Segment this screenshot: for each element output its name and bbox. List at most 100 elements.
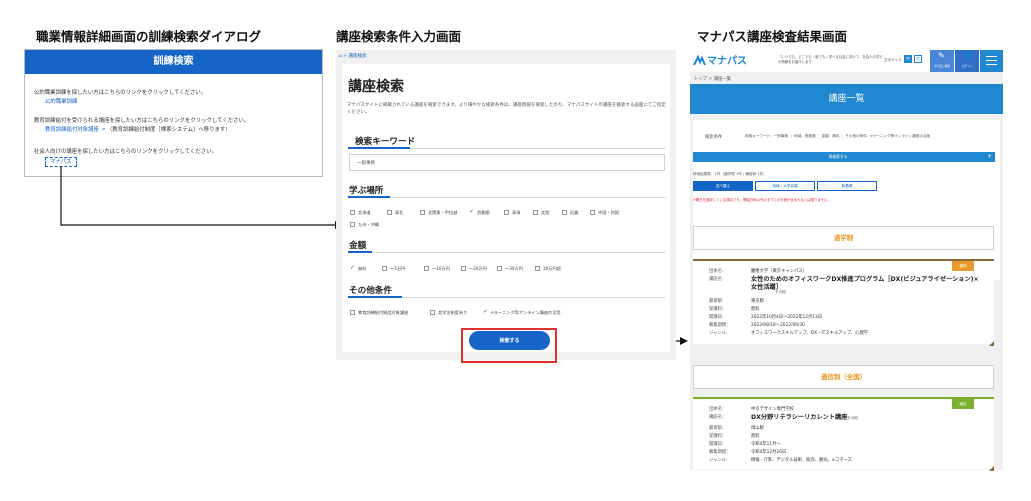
section-correspondence-title: 通信制（全国）	[820, 373, 867, 381]
checkbox-unchecked[interactable]	[382, 266, 387, 271]
checkbox-label: 奨学金制度有り	[438, 310, 468, 315]
checkbox-unchecked[interactable]	[533, 210, 538, 215]
check-icon: ✓	[469, 208, 475, 215]
course-search-screen: ⌂ > 講座検索 講座検索 マナパスサイトに掲載されている講座を検索できます。よ…	[336, 50, 676, 363]
breadcrumb[interactable]: ⌂ > 講座検索	[339, 53, 367, 59]
price-heading: 金額	[349, 241, 367, 251]
checkbox-unchecked[interactable]	[562, 210, 567, 215]
other-heading: その他条件	[349, 286, 392, 296]
keyword-heading: 検索キーワード	[355, 137, 416, 147]
detail-key: 開講日：	[709, 442, 727, 447]
detail-value: 2022/08/18～2022/09/30	[751, 323, 805, 328]
keyword-input[interactable]	[349, 154, 665, 171]
checkbox-label: 北海道	[358, 210, 371, 215]
detail-value: 岡山駅	[751, 426, 764, 431]
user-icon: 👤	[963, 51, 973, 60]
login-nav[interactable]: 👤 ログイン	[955, 50, 979, 72]
checkbox-label: eラーニング等オンライン講座の活用	[491, 310, 561, 315]
detail-value: オフィスワークスキルアップ、DX・ITスキルアップ、心理学	[751, 331, 869, 336]
tab-region[interactable]: 地域・大学名順	[755, 181, 815, 191]
checkbox-unchecked[interactable]	[461, 266, 466, 271]
checkbox-label: 30万円超	[543, 266, 561, 271]
course-name[interactable]: DX分野リテラシーリカレント講座	[751, 414, 981, 422]
detail-key: ジャンル：	[709, 331, 731, 336]
checkbox-unchecked[interactable]	[497, 266, 502, 271]
course-2-extra: その他	[847, 416, 858, 420]
site-logo[interactable]: マナパス	[707, 52, 747, 67]
checkbox-unchecked[interactable]	[590, 210, 595, 215]
search-description: マナパスサイトに掲載されている講座を検索できます。より細やかな検索条件は、講座情…	[347, 103, 666, 115]
search-card: 講座検索 マナパスサイトに掲載されている講座を検索できます。より細やかな検索条件…	[342, 64, 670, 363]
font-size-label: 文字サイズ	[884, 58, 902, 62]
detail-key: 団体名：	[709, 407, 727, 412]
relearn-nav-label: 学び直し情報	[934, 65, 950, 68]
checkbox-label: 中国・四国	[598, 210, 619, 215]
checkbox-unchecked[interactable]	[420, 210, 425, 215]
research-label: 再検索する	[828, 154, 848, 159]
checkbox-label: 東北	[395, 210, 404, 215]
detail-key: 団体名：	[709, 269, 727, 274]
font-size-large-button[interactable]: 大	[914, 55, 922, 63]
research-bar[interactable]: 再検索する +	[693, 152, 995, 162]
detail-value: 2022年10月4日～2022年12月13日	[751, 315, 823, 320]
tab-sort[interactable]: 並べ替え	[693, 181, 753, 191]
detail-value: 中京デザイン専門学校	[751, 407, 794, 412]
detail-key: 講座名：	[709, 277, 727, 282]
course-card-2[interactable]: 通信 団体名： 中京デザイン専門学校講座名： DX分野リテラシーリカレント講座最寄駅…	[693, 397, 994, 471]
plus-icon: +	[986, 153, 992, 160]
detail-key: 受講料：	[709, 307, 727, 312]
course-1-extra: その他	[775, 290, 786, 294]
site-header: マナパス 「いつでも、どこでも・誰でも」学べる社会に向けて、社会人の学び の情報…	[690, 50, 1003, 72]
search-button[interactable]: 検索する	[469, 331, 550, 350]
detail-value: 無料	[751, 434, 760, 439]
corner-mark-2	[989, 466, 994, 471]
corner-mark	[989, 341, 994, 346]
results-screen: マナパス 「いつでも、どこでも・誰でも」学べる社会に向けて、社会人の学び の情報…	[690, 50, 1003, 471]
badge-commute: 通学	[952, 261, 974, 271]
detail-value: 情報・IT系、デジタル技術、販売、観光、eコマース	[751, 458, 852, 463]
detail-key: 最寄駅：	[709, 426, 727, 431]
checkbox-unchecked[interactable]	[350, 310, 355, 315]
font-size-medium-button[interactable]: 中	[904, 55, 912, 63]
checkbox-label: ～5万円	[390, 266, 406, 271]
detail-value: 無料	[751, 307, 760, 312]
detail-key: 講座名：	[709, 415, 727, 420]
checkbox-unchecked[interactable]	[504, 210, 509, 215]
detail-key: 受講料：	[709, 434, 727, 439]
course-card-1[interactable]: 通学 団体名： 慶應大学（東京キャンパス） 講座名： 女性のためのオフィスワークDX推…	[693, 259, 994, 346]
detail-value: 令和4年11月～	[751, 442, 781, 447]
checkbox-label: 教育訓練給付制度対象講座	[358, 310, 409, 315]
condition-label: 検索条件	[705, 135, 723, 140]
checkbox-unchecked[interactable]	[387, 210, 392, 215]
checkbox-unchecked[interactable]	[350, 210, 355, 215]
detail-key: 募集期間：	[709, 450, 731, 455]
menu-button[interactable]	[980, 50, 1003, 72]
checkbox-unchecked[interactable]	[424, 266, 429, 271]
checkbox-label: ～30万円	[505, 266, 523, 271]
checkbox-unchecked[interactable]	[535, 266, 540, 271]
detail-value: 慶應大学（東京キャンパス）	[751, 269, 807, 274]
section-commute-title: 通学制	[833, 234, 854, 242]
checkbox-unchecked[interactable]	[350, 222, 355, 227]
result-count: 検索結果数：2件（通学制 1件 / 通信制 1件）	[693, 172, 767, 176]
checkbox-label: 北関東・甲信越	[428, 210, 458, 215]
relearn-nav[interactable]: ✎ 学び直し情報	[930, 50, 954, 72]
manapass-logo-icon	[693, 53, 706, 66]
checkbox-unchecked[interactable]	[430, 310, 435, 315]
page-title: 講座検索	[348, 79, 404, 95]
results-body: 検索条件 検索キーワード：一般事務 ｜ 地域：首都圏 ｜ 金額：無料 ｜ その他…	[693, 120, 1000, 280]
check-icon: ✓	[350, 264, 356, 271]
checkbox-label: ～10万円	[432, 266, 450, 271]
check-icon: ✓	[483, 308, 489, 315]
tagline-2: の情報をお届けします	[778, 60, 812, 64]
place-heading: 学ぶ場所	[349, 186, 384, 196]
badge-correspondence: 通信	[952, 399, 974, 409]
checkbox-label: 北陸	[541, 210, 550, 215]
hamburger-icon	[986, 56, 997, 57]
checkbox-label: 首都圏	[477, 210, 490, 215]
checkbox-label: 九州・沖縄	[358, 222, 379, 227]
section-commute: 通学制	[693, 226, 994, 250]
detail-key: 最寄駅：	[709, 299, 727, 304]
results-breadcrumb[interactable]: トップ ＞ 講座一覧	[694, 76, 731, 82]
tab-new[interactable]: 新着順	[817, 181, 877, 191]
